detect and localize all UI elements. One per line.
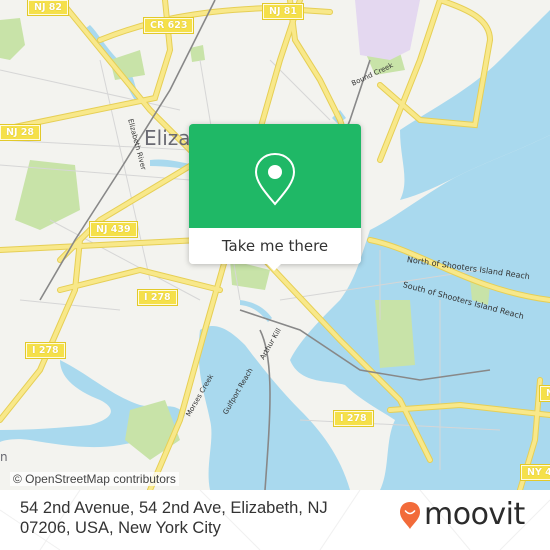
airport-area xyxy=(355,0,420,60)
location-popup: Take me there xyxy=(189,124,361,271)
address-text: 54 2nd Avenue, 54 2nd Ave, Elizabeth, NJ… xyxy=(20,499,328,537)
road-shield-ny4: NY 4 xyxy=(520,464,550,481)
road-shield-nj28: NJ 28 xyxy=(0,124,42,141)
road-shield-nj81: NJ 81 xyxy=(261,3,305,20)
moovit-logo[interactable]: moovit xyxy=(398,500,525,530)
moovit-brand-text: moovit xyxy=(424,497,525,532)
road-shield-partial: N xyxy=(539,385,550,402)
partial-place-label: n xyxy=(0,450,8,464)
moovit-pin-logo-icon xyxy=(400,502,420,529)
popup-header xyxy=(189,124,361,228)
popup-pointer xyxy=(265,262,283,271)
map-pin-icon xyxy=(254,152,296,206)
road-shield-nj82: NJ 82 xyxy=(26,0,70,16)
road-shield-i278: I 278 xyxy=(25,342,66,359)
map-attribution[interactable]: © OpenStreetMap contributors xyxy=(10,472,179,486)
road-shield-i278: I 278 xyxy=(137,289,178,306)
road-shield-cr623: CR 623 xyxy=(142,17,195,34)
take-me-there-button[interactable]: Take me there xyxy=(189,228,361,264)
road-shield-nj439: NJ 439 xyxy=(89,221,138,238)
road-shield-i278: I 278 xyxy=(333,410,374,427)
